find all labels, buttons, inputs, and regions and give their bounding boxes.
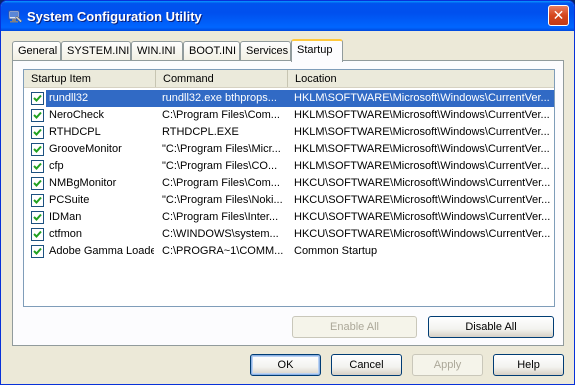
close-button[interactable]: ✕ (548, 5, 569, 26)
startup-item-checkbox[interactable] (31, 160, 44, 173)
table-row[interactable]: rundll32 rundll32.exe bthprops... HKLM\SOF… (24, 90, 554, 107)
startup-item-location: HKLM\SOFTWARE\Microsoft\Windows\CurrentV… (294, 92, 550, 104)
tab-win-ini[interactable]: WIN.INI (131, 41, 183, 61)
cancel-button[interactable]: Cancel (331, 354, 402, 376)
help-button[interactable]: Help (493, 354, 564, 376)
startup-item-checkbox[interactable] (31, 228, 44, 241)
startup-item-location: HKLM\SOFTWARE\Microsoft\Windows\CurrentV… (294, 109, 550, 121)
startup-item-name: IDMan (49, 211, 82, 223)
checkmark-icon (33, 230, 42, 238)
startup-item-command: "C:\Program Files\Noki... (162, 194, 283, 206)
startup-item-location: HKCU\SOFTWARE\Microsoft\Windows\CurrentV… (294, 228, 551, 240)
startup-item-name: PCSuite (49, 194, 90, 206)
startup-item-location: HKLM\SOFTWARE\Microsoft\Windows\CurrentV… (294, 126, 550, 138)
enable-all-button[interactable]: Enable All (292, 316, 417, 338)
startup-item-name: cfp (49, 160, 64, 172)
window-title: System Configuration Utility (27, 9, 202, 24)
column-header-location[interactable]: Location (288, 70, 554, 87)
startup-item-command: RTHDCPL.EXE (162, 126, 239, 138)
checkmark-icon (33, 162, 42, 170)
checkmark-icon (33, 196, 42, 204)
checkmark-icon (33, 94, 42, 102)
system-configuration-window: System Configuration Utility ✕ General S… (0, 0, 575, 385)
startup-item-checkbox[interactable] (31, 245, 44, 258)
startup-item-checkbox[interactable] (31, 92, 44, 105)
startup-item-command: C:\PROGRA~1\COMM... (162, 245, 284, 257)
startup-item-location: HKCU\SOFTWARE\Microsoft\Windows\CurrentV… (294, 211, 551, 223)
startup-item-command: C:\Program Files\Com... (162, 177, 280, 189)
table-row[interactable]: GrooveMonitor "C:\Program Files\Micr... HK… (24, 141, 554, 158)
table-row[interactable]: ctfmon C:\WINDOWS\system... HKCU\SOFTWARE\… (24, 226, 554, 243)
table-row[interactable]: IDMan C:\Program Files\Inter... HKCU\SOFTW… (24, 209, 554, 226)
startup-item-command: "C:\Program Files\Micr... (162, 143, 281, 155)
startup-item-command: C:\Program Files\Com... (162, 109, 280, 121)
table-row[interactable]: NeroCheck C:\Program Files\Com... HKLM\SOF… (24, 107, 554, 124)
startup-item-checkbox[interactable] (31, 126, 44, 139)
table-row[interactable]: NMBgMonitor C:\Program Files\Com... HKCU\S… (24, 175, 554, 192)
checkmark-icon (33, 111, 42, 119)
tab-system-ini[interactable]: SYSTEM.INI (61, 41, 131, 61)
disable-all-button[interactable]: Disable All (428, 316, 554, 338)
startup-item-checkbox[interactable] (31, 194, 44, 207)
startup-item-location: HKLM\SOFTWARE\Microsoft\Windows\CurrentV… (294, 160, 550, 172)
checkmark-icon (33, 247, 42, 255)
startup-item-location: HKCU\SOFTWARE\Microsoft\Windows\CurrentV… (294, 177, 551, 189)
checkmark-icon (33, 128, 42, 136)
startup-item-name: NMBgMonitor (49, 177, 117, 189)
startup-item-command: C:\WINDOWS\system... (162, 228, 279, 240)
startup-item-checkbox[interactable] (31, 211, 44, 224)
ok-button[interactable]: OK (250, 354, 321, 376)
startup-item-name: Adobe Gamma Loader (49, 245, 154, 257)
startup-item-location: Common Startup (294, 245, 378, 257)
apply-button[interactable]: Apply (412, 354, 483, 376)
table-row[interactable]: cfp "C:\Program Files\CO... HKLM\SOFTWARE\… (24, 158, 554, 175)
startup-list[interactable]: Startup Item Command Location rundll32 ru… (23, 69, 555, 307)
column-header-command[interactable]: Command (156, 70, 288, 87)
checkmark-icon (33, 179, 42, 187)
table-row[interactable]: PCSuite "C:\Program Files\Noki... HKCU\SOF… (24, 192, 554, 209)
tab-startup[interactable]: Startup (291, 39, 343, 62)
startup-item-location: HKLM\SOFTWARE\Microsoft\Windows\CurrentV… (294, 143, 550, 155)
startup-item-name: RTHDCPL (49, 126, 101, 138)
startup-item-checkbox[interactable] (31, 143, 44, 156)
column-header-startup-item[interactable]: Startup Item (24, 70, 156, 87)
startup-item-name: rundll32 (49, 92, 89, 104)
startup-item-name: ctfmon (49, 228, 83, 240)
tab-services[interactable]: Services (240, 41, 291, 61)
startup-item-location: HKCU\SOFTWARE\Microsoft\Windows\CurrentV… (294, 194, 551, 206)
startup-item-checkbox[interactable] (31, 109, 44, 122)
title-bar[interactable]: System Configuration Utility ✕ (1, 1, 574, 31)
startup-item-command: "C:\Program Files\CO... (162, 160, 278, 172)
startup-item-name: NeroCheck (49, 109, 105, 121)
startup-item-command: rundll32.exe bthprops... (162, 92, 277, 104)
startup-item-name: GrooveMonitor (49, 143, 122, 155)
startup-item-checkbox[interactable] (31, 177, 44, 190)
table-row[interactable]: RTHDCPL RTHDCPL.EXE HKLM\SOFTWARE\Microsof… (24, 124, 554, 141)
close-icon: ✕ (552, 7, 565, 23)
system-config-app-icon (8, 10, 23, 23)
checkmark-icon (33, 213, 42, 221)
startup-panel: Startup Item Command Location rundll32 ru… (12, 60, 564, 346)
list-header: Startup Item Command Location (24, 70, 554, 88)
checkmark-icon (33, 145, 42, 153)
table-row[interactable]: Adobe Gamma Loader C:\PROGRA~1\COMM... Com… (24, 243, 554, 260)
tab-general[interactable]: General (12, 41, 61, 61)
tab-boot-ini[interactable]: BOOT.INI (183, 41, 240, 61)
startup-item-command: C:\Program Files\Inter... (162, 211, 279, 223)
